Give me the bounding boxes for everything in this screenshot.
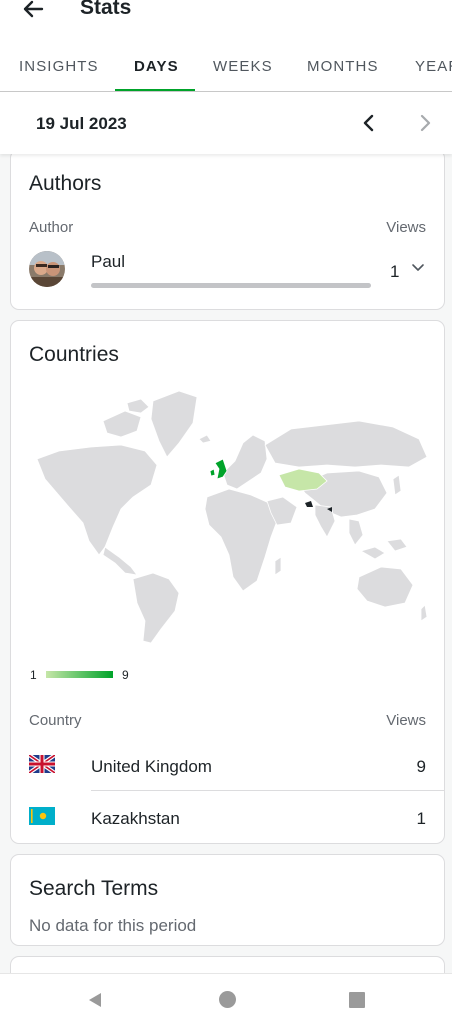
kazakhstan-flag-icon <box>29 807 55 825</box>
countries-title: Countries <box>29 343 119 366</box>
nav-recents-icon[interactable] <box>349 992 365 1008</box>
date-navigation-bar: 19 Jul 2023 <box>0 92 452 154</box>
nav-back-icon[interactable] <box>86 991 104 1009</box>
system-nav-bar <box>0 973 452 1023</box>
chevron-down-icon[interactable] <box>409 258 427 276</box>
legend-max-label: 9 <box>122 668 129 682</box>
author-column-header: Author <box>29 219 74 236</box>
author-name[interactable]: Paul <box>91 252 125 272</box>
avatar <box>29 251 65 287</box>
author-views-bar <box>91 283 371 288</box>
author-views-count: 1 <box>390 262 400 281</box>
country-name: United Kingdom <box>91 757 212 776</box>
tab-months[interactable]: MONTHS <box>307 58 379 75</box>
app-bar: Stats INSIGHTS DAYS WEEKS MONTHS YEARS <box>0 0 452 92</box>
uk-flag-icon <box>29 755 55 773</box>
row-divider <box>91 790 444 791</box>
chevron-left-icon[interactable] <box>354 108 384 138</box>
world-map <box>36 390 428 644</box>
views-column-header: Views <box>386 219 426 236</box>
nav-home-icon[interactable] <box>219 991 236 1008</box>
empty-state-text: No data for this period <box>29 916 197 935</box>
tab-weeks[interactable]: WEEKS <box>213 58 273 75</box>
chevron-right-icon[interactable] <box>410 108 440 138</box>
search-terms-title: Search Terms <box>29 877 159 900</box>
tab-days[interactable]: DAYS <box>134 58 179 75</box>
tab-insights[interactable]: INSIGHTS <box>19 58 99 75</box>
authors-card: Authors Author Views Paul 1 <box>10 149 445 310</box>
legend-color-scale <box>46 671 113 678</box>
country-column-header: Country <box>29 712 82 729</box>
countries-card: Countries 1 9 Country Views United Kingd… <box>10 320 445 844</box>
legend-min-label: 1 <box>30 668 37 682</box>
views-column-header: Views <box>386 712 426 729</box>
period-tabs: INSIGHTS DAYS WEEKS MONTHS YEARS <box>0 46 452 92</box>
search-terms-card: Search Terms No data for this period <box>10 854 445 946</box>
country-views: 1 <box>416 809 426 828</box>
country-views: 9 <box>416 757 426 776</box>
tab-years[interactable]: YEARS <box>415 58 452 75</box>
selected-date: 19 Jul 2023 <box>36 114 127 133</box>
back-arrow-icon[interactable] <box>18 0 48 24</box>
country-name: Kazakhstan <box>91 809 180 828</box>
authors-title: Authors <box>29 172 102 195</box>
page-title: Stats <box>80 0 132 19</box>
